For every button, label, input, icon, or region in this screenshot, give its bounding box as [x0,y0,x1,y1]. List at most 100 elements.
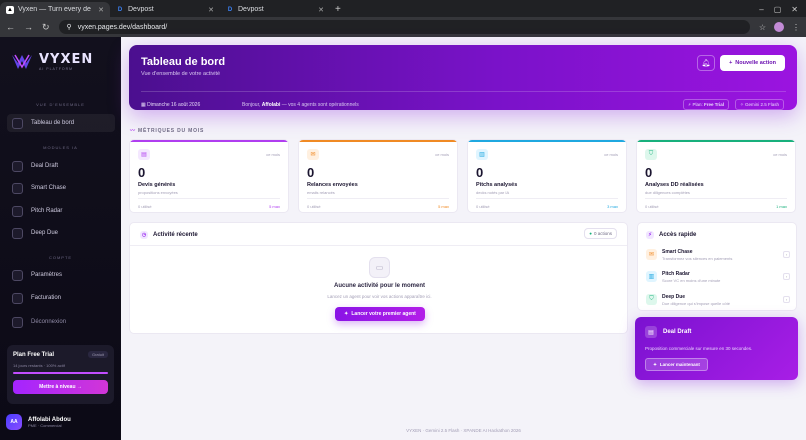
metric-title: Devis générés [138,182,176,188]
inbox-icon: ▭ [369,257,390,278]
reload-icon[interactable]: ↻ [42,22,50,33]
bookmark-star-icon[interactable]: ☆ [759,23,766,32]
browser-tab-vyxen[interactable]: ▲ Vyxen — Turn every de ✕ [0,2,110,17]
plan-progress-fill [13,372,108,374]
metric-period: ce mois [266,152,280,157]
forward-icon[interactable]: → [24,22,33,32]
shield-icon: ⛉ [645,149,657,160]
metric-title: Analyses DD réalisées [645,182,704,188]
new-action-button[interactable]: + Nouvelle action [720,55,785,71]
new-tab-button[interactable]: + [330,2,346,17]
activity-title: Activité récente [153,232,198,238]
upgrade-button[interactable]: Mettre à niveau → [13,380,108,394]
mail-icon [12,182,23,194]
sparkle-icon: ✦ [653,361,657,367]
site-info-icon[interactable]: ⚲ [67,23,72,31]
browser-tab-bar: ▲ Vyxen — Turn every de ✕ D Devpost ✕ D … [0,0,806,17]
plan-badge: Gratuit [87,351,108,358]
hero-divider [141,91,786,92]
sidebar-item-logout[interactable]: Déconnexion [7,313,115,331]
divider [138,198,280,199]
devpost-favicon-icon: D [117,6,123,13]
metric-title: Pitchs analysés [476,182,518,188]
window-controls: – ▢ ✕ [759,2,806,17]
sidebar-item-smart-chase[interactable]: Smart Chase [7,179,115,197]
back-icon[interactable]: ← [6,22,15,32]
bolt-icon: ⚡︎ [646,231,654,239]
quick-access-item[interactable]: ✉ Smart Chase Transformez vos silences e… [646,245,790,264]
quick-item-subtitle: Due diligence qui s'impose quelle côté [662,300,730,306]
sidebar-item-label: Deep Due [31,230,59,236]
card-accent [637,140,795,142]
status-dot-icon: ● [589,231,592,236]
sidebar-item-deep-due[interactable]: Deep Due [7,224,115,242]
quick-item-name: Deep Due [662,293,686,300]
document-icon [12,160,23,172]
maximize-icon[interactable]: ▢ [774,5,782,14]
chevron-right-icon[interactable]: › [783,273,790,280]
vyxen-logo-icon [12,54,32,69]
launch-now-button[interactable]: ✦ Lancer maintenant [645,358,708,371]
address-bar[interactable]: ⚲ vyxen.pages.dev/dashboard/ [58,20,750,34]
chevron-right-icon[interactable]: › [783,251,790,258]
vyxen-favicon-icon: ▲ [6,5,14,14]
sidebar-item-dashboard[interactable]: Tableau de bord [7,114,115,132]
grid-icon [12,117,23,129]
empty-state-title: Aucune activité pour le moment [333,283,426,289]
metric-usage: 0 utilisé [138,204,152,209]
divider [476,198,618,199]
user-profile[interactable]: AA Affolabi Abdou PME · Commercial [6,414,71,430]
metric-period: ce mois [604,152,618,157]
main-content: Tableau de bord Vue d'ensemble de votre … [121,37,806,440]
sidebar-item-settings[interactable]: Paramètres [7,266,115,284]
brand-name: VYXEN [39,52,94,67]
sidebar-item-label: Facturation [31,295,62,301]
metric-subtitle: due diligences complètes [645,190,690,195]
close-window-icon[interactable]: ✕ [791,5,798,14]
spark-icon: ✧ [740,101,744,107]
divider [645,198,787,199]
date-text: Dimanche 16 août 2026 [147,102,201,108]
shield-icon [12,227,23,239]
plan-pill-prefix: Plan [692,102,702,107]
launch-now-label: Lancer maintenant [659,362,700,367]
metric-period: ce mois [773,152,787,157]
close-icon[interactable]: ✕ [98,6,104,14]
browser-tab-devpost-2[interactable]: D Devpost ✕ [220,2,330,17]
launch-first-agent-button[interactable]: ✦ Lancer votre premier agent [335,307,425,321]
browser-tab-devpost-1[interactable]: D Devpost ✕ [110,2,220,17]
metric-subtitle: decks notés par IA [476,190,510,195]
brand-logo[interactable]: VYXEN AI PLATFORM [11,52,93,71]
sidebar-item-deal-draft[interactable]: Deal Draft [7,157,115,175]
brand-tagline: AI PLATFORM [39,67,74,71]
bell-icon: 🔔︎ [701,60,711,67]
deal-draft-promo-card: ▤ Deal Draft Proposition commerciale sur… [635,317,798,380]
minimize-icon[interactable]: – [759,5,763,14]
greeting-suffix: — vos 4 agents sont opérationnels [281,102,359,108]
quick-access-item[interactable]: ⛉ Deep Due Due diligence qui s'impose qu… [646,290,790,309]
notifications-button[interactable]: 🔔︎ [697,55,715,71]
menu-kebab-icon[interactable]: ⋮ [792,23,800,32]
activity-count-badge: ● 0 actions [584,228,617,239]
chevron-right-icon[interactable]: › [783,296,790,303]
tab-title: Devpost [238,6,264,13]
clock-icon: ◷ [140,231,148,239]
close-icon[interactable]: ✕ [208,6,214,14]
metric-limit: 1 max [776,204,787,209]
launch-first-agent-label: Lancer votre premier agent [351,311,416,317]
sidebar-item-label: Déconnexion [31,319,67,325]
empty-state-subtitle: Lancez un agent pour voir vos actions ap… [327,294,432,299]
footer-text: VYXEN · Gemini 2.5 Flash · XPANDE AI Hac… [406,428,521,433]
profile-avatar[interactable] [774,22,784,32]
metric-value: 0 [138,165,146,180]
sidebar-item-pitch-radar[interactable]: Pitch Radar [7,202,115,220]
sidebar-item-label: Tableau de bord [31,120,75,126]
avatar: AA [6,414,22,430]
hero-banner: Tableau de bord Vue d'ensemble de votre … [129,45,797,110]
quick-access-item[interactable]: ▥ Pitch Radar Score VC en moins d'une mi… [646,267,790,286]
plan-progress-bar [13,372,108,374]
page-title: Tableau de bord [141,56,226,68]
sidebar-item-billing[interactable]: Facturation [7,289,115,307]
sidebar-item-label: Smart Chase [31,185,67,191]
close-icon[interactable]: ✕ [318,6,324,14]
